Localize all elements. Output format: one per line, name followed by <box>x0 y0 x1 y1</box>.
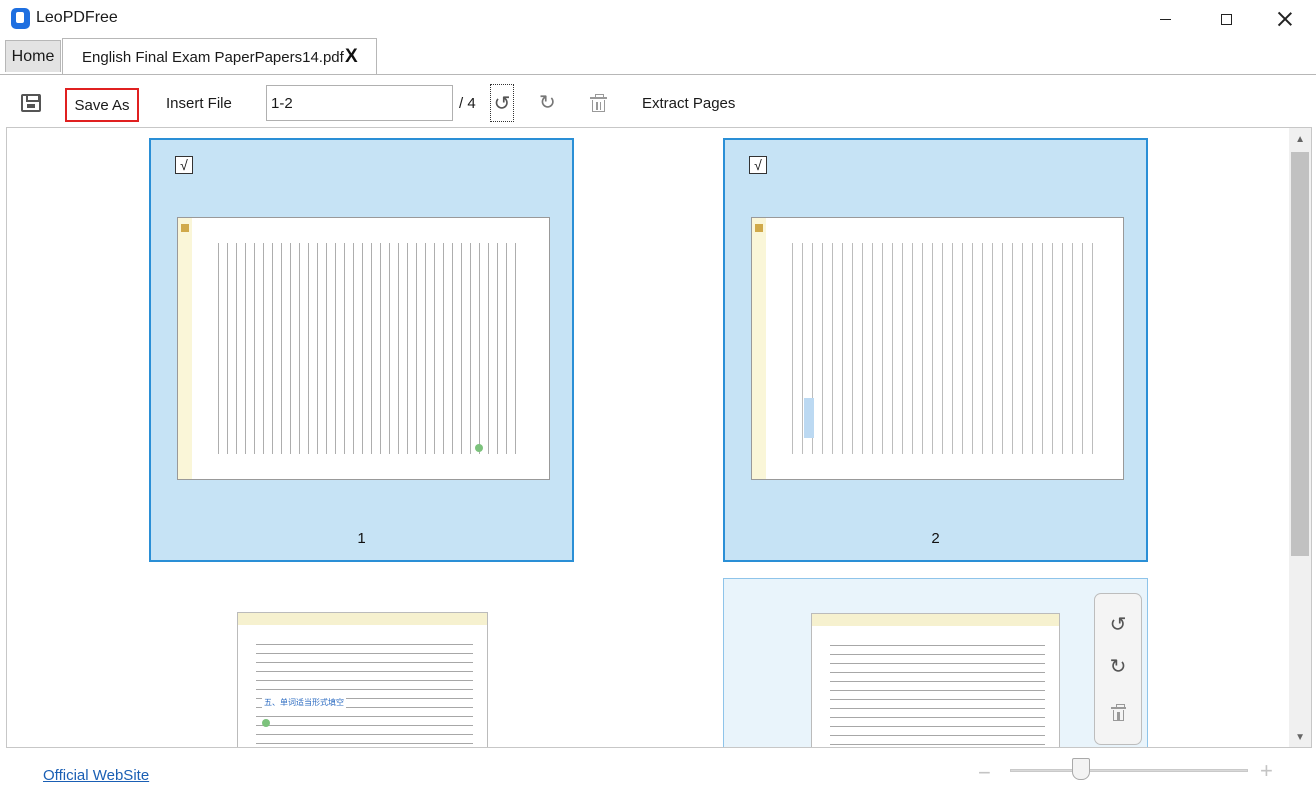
page-total: / 4 <box>459 95 476 112</box>
scroll-up-icon[interactable]: ▲ <box>1295 134 1305 145</box>
page-thumbnail[interactable]: 五、单词适当形式填空 <box>237 612 488 747</box>
page-number: 1 <box>357 530 366 547</box>
page-thumbnail[interactable] <box>751 217 1124 480</box>
page-range-input[interactable] <box>266 85 453 121</box>
zoom-slider-handle[interactable] <box>1072 758 1090 780</box>
title-bar: LeoPDFree <box>0 0 1316 38</box>
page-card-2[interactable]: √ 2 <box>723 138 1148 562</box>
maximize-icon <box>1220 13 1232 25</box>
page-number: 2 <box>931 530 940 547</box>
app-title: LeoPDFree <box>36 9 118 26</box>
rotate-right-icon[interactable]: ↻ <box>539 90 556 115</box>
save-icon[interactable] <box>21 94 41 112</box>
maximize-button[interactable] <box>1203 0 1249 38</box>
zoom-in-icon[interactable]: + <box>1260 758 1273 784</box>
tab-home[interactable]: Home <box>5 40 61 72</box>
page-card-4[interactable]: ↺ ↻ <box>723 578 1148 747</box>
minimize-button[interactable] <box>1142 0 1188 38</box>
page-card-3[interactable]: 五、单词适当形式填空 <box>167 578 567 747</box>
insert-file-button[interactable]: Insert File <box>166 95 232 112</box>
zoom-slider-track[interactable] <box>1010 769 1248 772</box>
page-grid: √ 1 √ 2 五、单词适当形式填空 ↺ ↻ ▲ ▼ <box>6 127 1312 748</box>
page-thumbnail[interactable] <box>177 217 550 480</box>
app-logo-icon <box>11 8 30 29</box>
scroll-down-icon[interactable]: ▼ <box>1295 732 1305 743</box>
trash-icon[interactable] <box>1111 704 1126 721</box>
footer: Official WebSite − + <box>0 748 1316 806</box>
tab-bar: Home English Final Exam PaperPapers14.pd… <box>0 38 1316 75</box>
vertical-scrollbar[interactable]: ▲ ▼ <box>1289 128 1311 747</box>
tab-document[interactable]: English Final Exam PaperPapers14.pdf X <box>62 38 377 75</box>
tab-document-label: English Final Exam PaperPapers14.pdf <box>82 49 344 66</box>
toolbar: Save As Insert File / 4 ↺ ↻ Extract Page… <box>0 75 1316 127</box>
rotate-left-icon[interactable]: ↺ <box>1095 612 1141 637</box>
scroll-thumb[interactable] <box>1291 152 1309 556</box>
close-window-button[interactable] <box>1262 0 1308 38</box>
section-title: 五、单词适当形式填空 <box>262 697 346 708</box>
zoom-out-icon[interactable]: − <box>978 760 991 786</box>
rotate-left-icon[interactable]: ↺ <box>490 84 514 122</box>
page-card-1[interactable]: √ 1 <box>149 138 574 562</box>
extract-pages-button[interactable]: Extract Pages <box>642 95 735 112</box>
page-tools-panel: ↺ ↻ <box>1094 593 1142 745</box>
save-as-button[interactable]: Save As <box>65 88 139 122</box>
rotate-right-icon[interactable]: ↻ <box>1095 654 1141 679</box>
trash-icon[interactable] <box>590 94 607 112</box>
page-checkbox[interactable]: √ <box>175 156 193 174</box>
close-icon <box>1278 12 1292 26</box>
app-window: LeoPDFree Home English Final Exam PaperP… <box>0 0 1316 806</box>
official-website-link[interactable]: Official WebSite <box>43 767 149 784</box>
minimize-icon <box>1159 18 1171 20</box>
page-thumbnail[interactable] <box>811 613 1060 747</box>
page-checkbox[interactable]: √ <box>749 156 767 174</box>
tab-close-button[interactable]: X <box>345 46 358 68</box>
